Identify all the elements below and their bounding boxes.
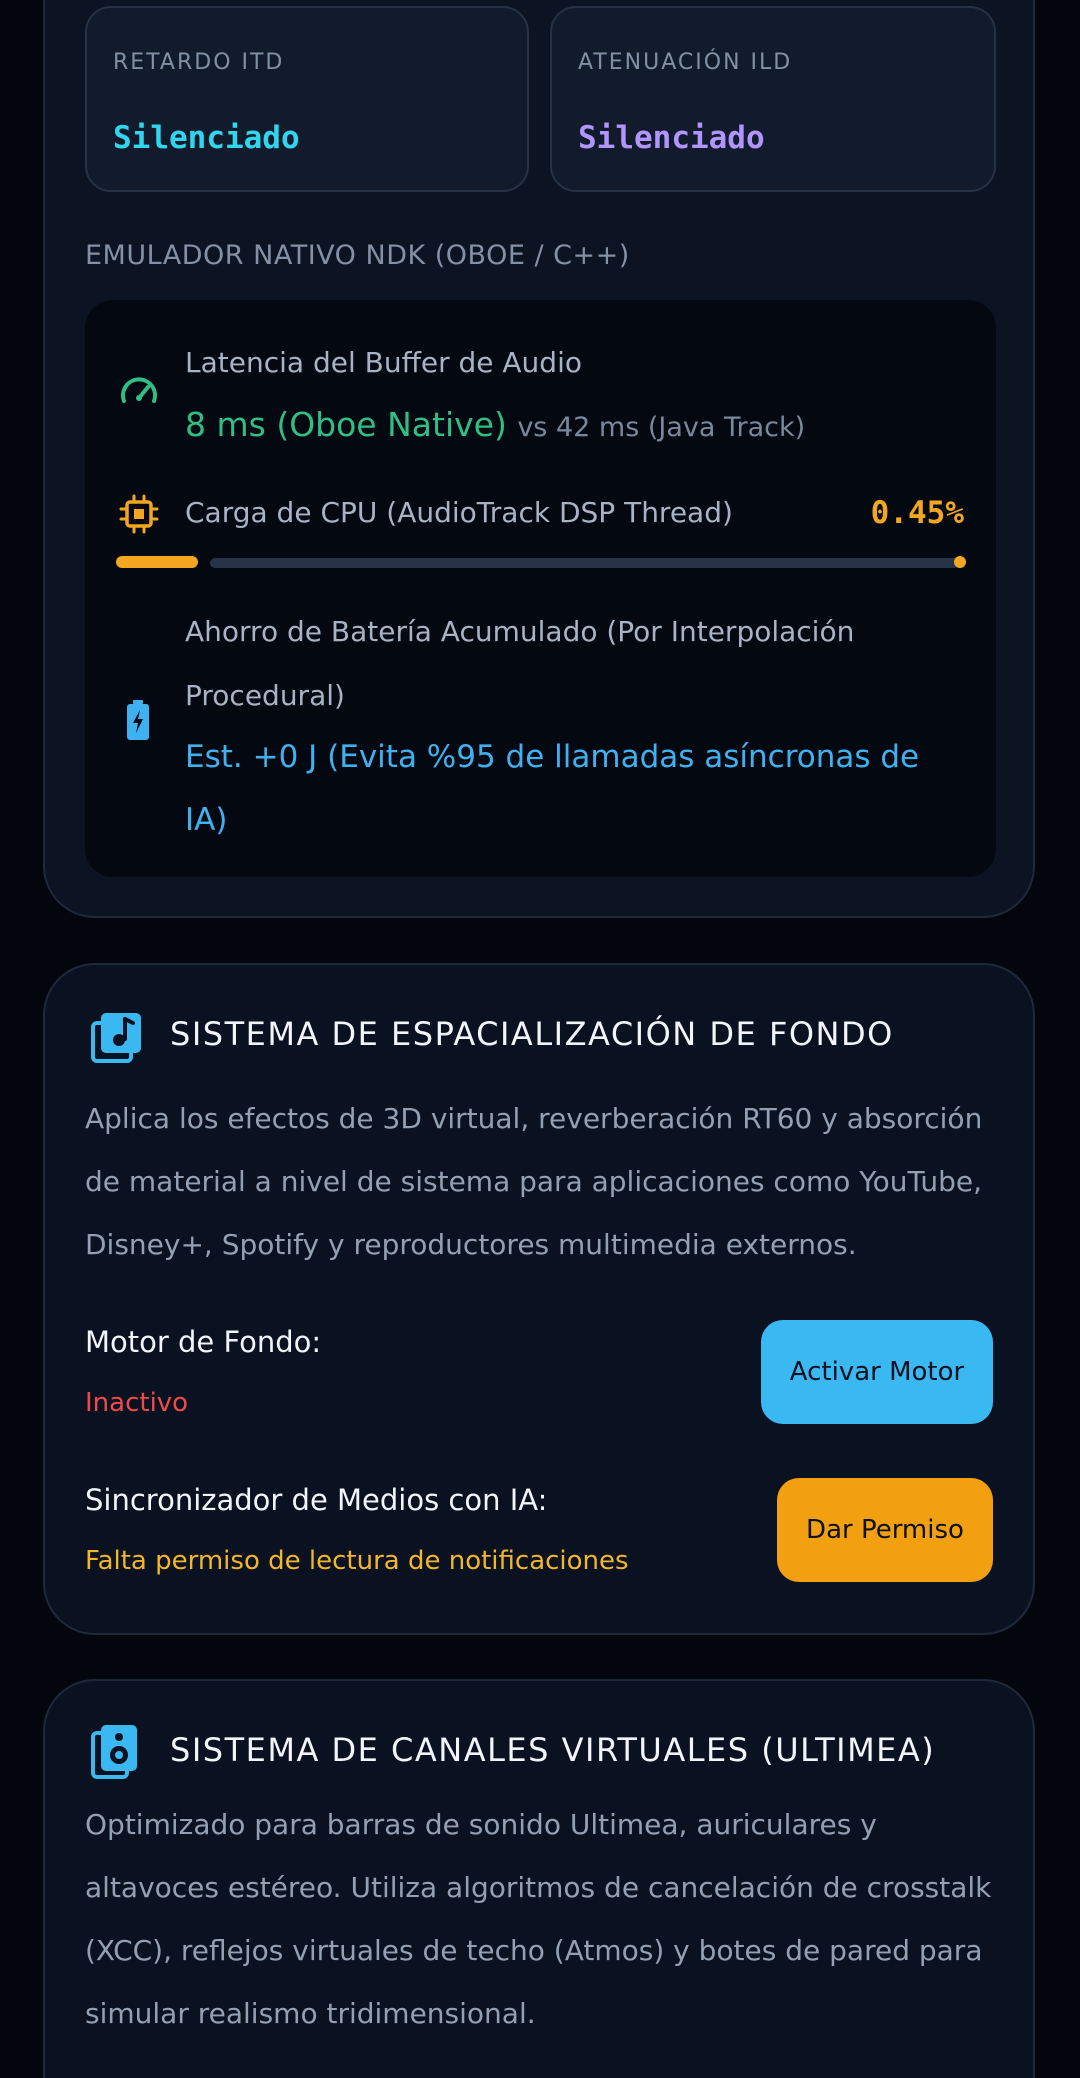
itd-delay-tile: RETARDO ITD Silenciado (85, 6, 529, 192)
speedometer-icon (121, 377, 157, 403)
virtual-channels-title: SISTEMA DE CANALES VIRTUALES (ULTIMEA) (170, 1731, 936, 1769)
grant-permission-button[interactable]: Dar Permiso (777, 1478, 993, 1582)
cpu-title: Carga de CPU (AudioTrack DSP Thread) (185, 496, 733, 529)
latency-value: 8 ms (Oboe Native) vs 42 ms (Java Track) (185, 405, 805, 444)
background-system-description: Aplica los efectos de 3D virtual, reverb… (85, 1102, 983, 1261)
background-spatialization-card: SISTEMA DE ESPACIALIZACIÓN DE FONDO Apli… (43, 963, 1035, 1635)
music-library-icon (91, 1013, 141, 1063)
latency-title: Latencia del Buffer de Audio (185, 346, 582, 379)
media-sync-label: Sincronizador de Medios con IA: (85, 1483, 548, 1517)
ndk-section-caption: EMULADOR NATIVO NDK (OBOE / C++) (85, 240, 630, 271)
cpu-progress-end-dot (954, 556, 966, 568)
itd-label: RETARDO ITD (113, 50, 285, 75)
cpu-progress-fill (116, 556, 198, 568)
virtual-channels-card: SISTEMA DE CANALES VIRTUALES (ULTIMEA) O… (43, 1679, 1035, 2078)
virtual-channels-description: Optimizado para barras de sonido Ultimea… (85, 1808, 992, 2030)
page: RETARDO ITD Silenciado ATENUACIÓN ILD Si… (0, 0, 1080, 2078)
battery-title: Ahorro de Batería Acumulado (Por Interpo… (185, 615, 855, 712)
cpu-progress-track (210, 558, 960, 568)
latency-java-value: vs 42 ms (Java Track) (517, 412, 806, 443)
engine-status: Inactivo (85, 1388, 189, 1418)
ild-attenuation-tile: ATENUACIÓN ILD Silenciado (550, 6, 996, 192)
ild-label: ATENUACIÓN ILD (578, 50, 793, 75)
battery-charging-icon (127, 700, 149, 740)
engine-label: Motor de Fondo: (85, 1325, 322, 1359)
cpu-chip-icon (119, 494, 159, 534)
speaker-icon (91, 1725, 137, 1779)
cpu-value: 0.45% (870, 495, 964, 531)
battery-value: Est. +0 J (Evita %95 de llamadas asíncro… (185, 739, 920, 838)
activate-engine-button[interactable]: Activar Motor (761, 1320, 993, 1424)
itd-value: Silenciado (113, 120, 300, 156)
ndk-emulator-panel: Latencia del Buffer de Audio 8 ms (Oboe … (85, 300, 996, 877)
media-sync-status: Falta permiso de lectura de notificacion… (85, 1546, 629, 1576)
latency-native-value: 8 ms (Oboe Native) (185, 405, 507, 444)
background-system-title: SISTEMA DE ESPACIALIZACIÓN DE FONDO (170, 1015, 894, 1053)
ild-value: Silenciado (578, 120, 765, 156)
